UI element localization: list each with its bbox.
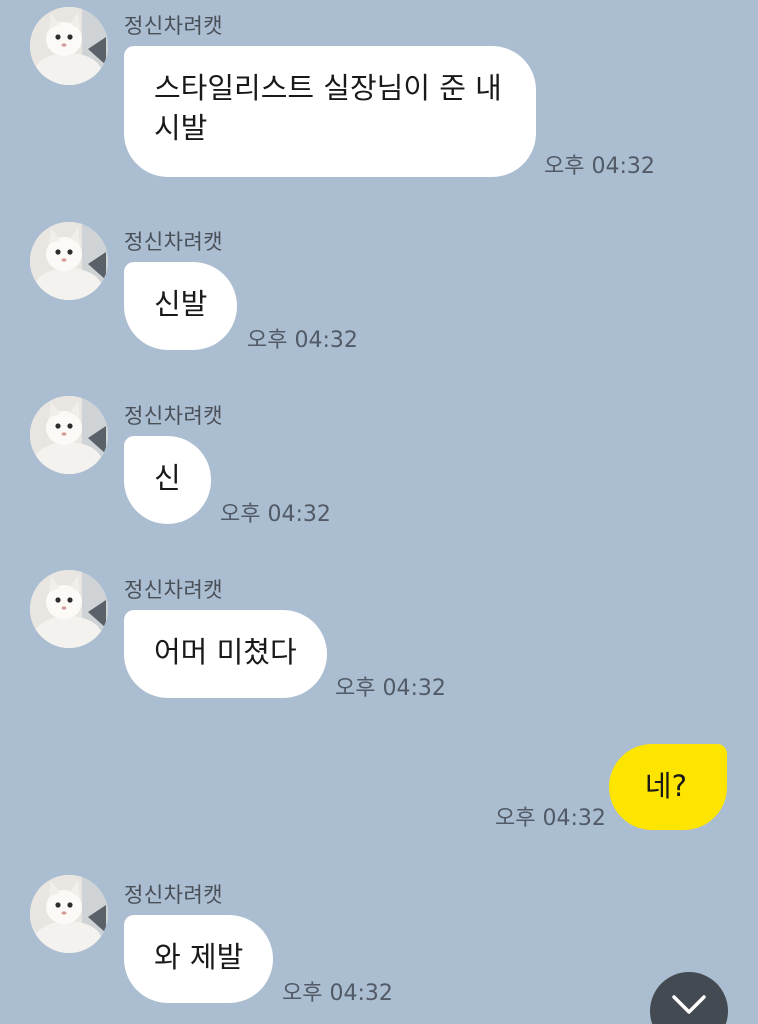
chevron-down-icon: [672, 995, 706, 1014]
message-time: 오후 04:32: [282, 981, 393, 1006]
my-message-bubble[interactable]: 네?: [608, 744, 727, 830]
sender-avatar[interactable]: [30, 570, 108, 648]
sender-avatar[interactable]: [30, 7, 108, 85]
message-bubble[interactable]: 스타일리스트 실장님이 준 내 시발: [124, 46, 536, 177]
message-text: 와 제발: [154, 940, 244, 974]
cat-avatar-icon: [30, 875, 108, 953]
message-time: 오후 04:32: [220, 502, 331, 527]
sender-name: 정신차려캣: [124, 404, 224, 428]
cat-avatar-icon: [30, 222, 108, 300]
message-bubble[interactable]: 와 제발: [124, 915, 274, 1003]
message-bubble[interactable]: 어머 미쳤다: [124, 610, 327, 698]
sender-name: 정신차려캣: [124, 14, 224, 38]
message-text: 신발: [154, 287, 208, 321]
message-time: 오후 04:32: [335, 676, 446, 701]
chat-room: 정신차려캣 스타일리스트 실장님이 준 내 시발 오후 04:32 정신차려캣 …: [0, 0, 758, 1024]
sender-name: 정신차려캣: [124, 230, 224, 254]
sender-avatar[interactable]: [30, 875, 108, 953]
cat-avatar-icon: [30, 570, 108, 648]
message-time: 오후 04:32: [544, 154, 655, 179]
sender-name: 정신차려캣: [124, 883, 224, 907]
message-text: 신: [154, 461, 181, 495]
message-time: 오후 04:32: [247, 328, 358, 353]
sender-name: 정신차려캣: [124, 578, 224, 602]
message-text: 스타일리스트 실장님이 준 내 시발: [154, 71, 502, 145]
sender-avatar[interactable]: [30, 222, 108, 300]
cat-avatar-icon: [30, 396, 108, 474]
message-bubble[interactable]: 신발: [124, 262, 238, 350]
scroll-to-bottom-button[interactable]: [650, 972, 728, 1024]
message-text: 어머 미쳤다: [154, 635, 297, 669]
message-text: 네?: [644, 769, 687, 803]
cat-avatar-icon: [30, 7, 108, 85]
message-time: 오후 04:32: [495, 806, 606, 831]
sender-avatar[interactable]: [30, 396, 108, 474]
message-bubble[interactable]: 신: [124, 436, 211, 524]
